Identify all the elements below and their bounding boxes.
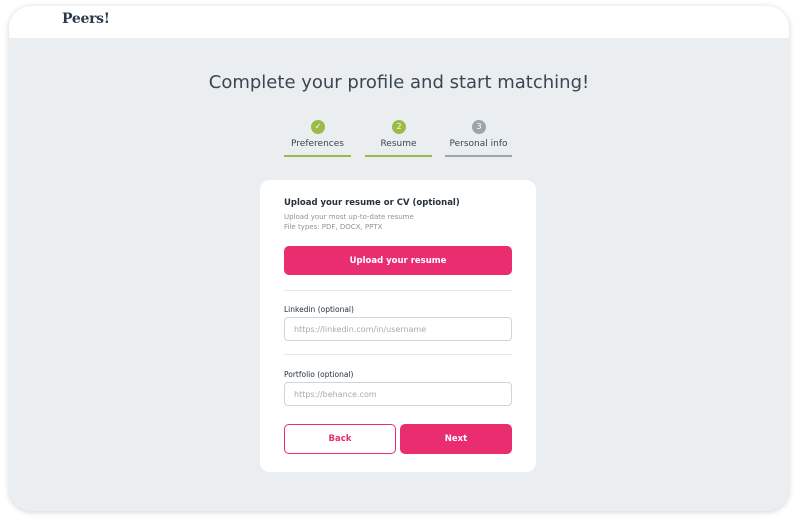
- step-progress-bar: [445, 155, 512, 157]
- file-types-hint: File types: PDF, DOCX, PPTX: [284, 223, 383, 231]
- divider: [284, 290, 512, 291]
- upload-hint: Upload your most up-to-date resume: [284, 213, 414, 221]
- logo[interactable]: Peers!: [62, 11, 110, 27]
- step-number: 2: [392, 120, 406, 134]
- top-bar: Peers!: [9, 6, 789, 38]
- divider: [284, 354, 512, 355]
- step-label: Personal info: [449, 139, 508, 149]
- step-personal-info[interactable]: 3 Personal info: [445, 120, 512, 158]
- portfolio-input[interactable]: [284, 382, 512, 406]
- upload-resume-button[interactable]: Upload your resume: [284, 246, 512, 275]
- upload-section-title: Upload your resume or CV (optional): [284, 198, 460, 208]
- step-label: Preferences: [291, 139, 344, 149]
- portfolio-label: Portfolio (optional): [284, 370, 354, 379]
- step-preferences[interactable]: ✓ Preferences: [284, 120, 351, 158]
- linkedin-label: Linkedin (optional): [284, 305, 354, 314]
- step-resume[interactable]: 2 Resume: [365, 120, 432, 158]
- step-number: 3: [472, 120, 486, 134]
- check-icon: ✓: [311, 120, 325, 134]
- app-window: Peers! Complete your profile and start m…: [9, 6, 789, 511]
- next-button[interactable]: Next: [400, 424, 512, 454]
- linkedin-input[interactable]: [284, 317, 512, 341]
- back-button[interactable]: Back: [284, 424, 396, 454]
- step-label: Resume: [380, 139, 417, 149]
- step-progress-bar: [284, 155, 351, 157]
- page-title: Complete your profile and start matching…: [208, 72, 590, 93]
- step-progress-bar: [365, 155, 432, 157]
- resume-form-card: Upload your resume or CV (optional) Uplo…: [260, 180, 536, 472]
